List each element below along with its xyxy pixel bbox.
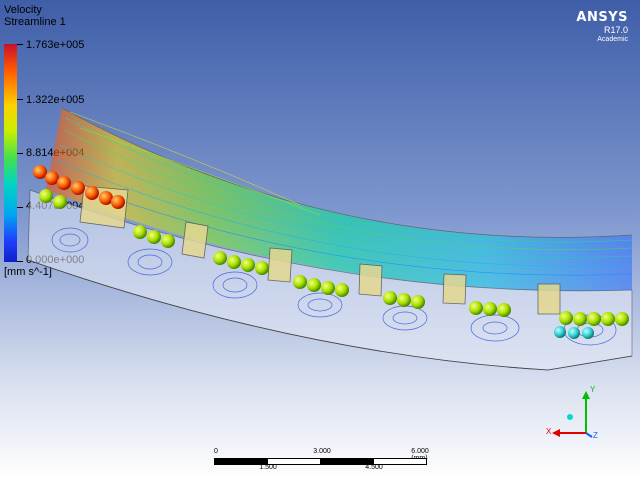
scale-label-q1: 1.500 bbox=[259, 464, 277, 471]
scale-label-mid: 3.000 bbox=[313, 448, 331, 455]
triad-x-label: X bbox=[546, 427, 552, 436]
triad-y-label: Y bbox=[590, 385, 596, 394]
triad-z-label: Z bbox=[593, 431, 598, 440]
axis-triad[interactable]: Y X Z bbox=[540, 385, 610, 445]
scale-label-q3: 4.500 bbox=[365, 464, 383, 471]
scale-label-0: 0 bbox=[214, 448, 218, 455]
triad-graphic bbox=[552, 391, 593, 438]
